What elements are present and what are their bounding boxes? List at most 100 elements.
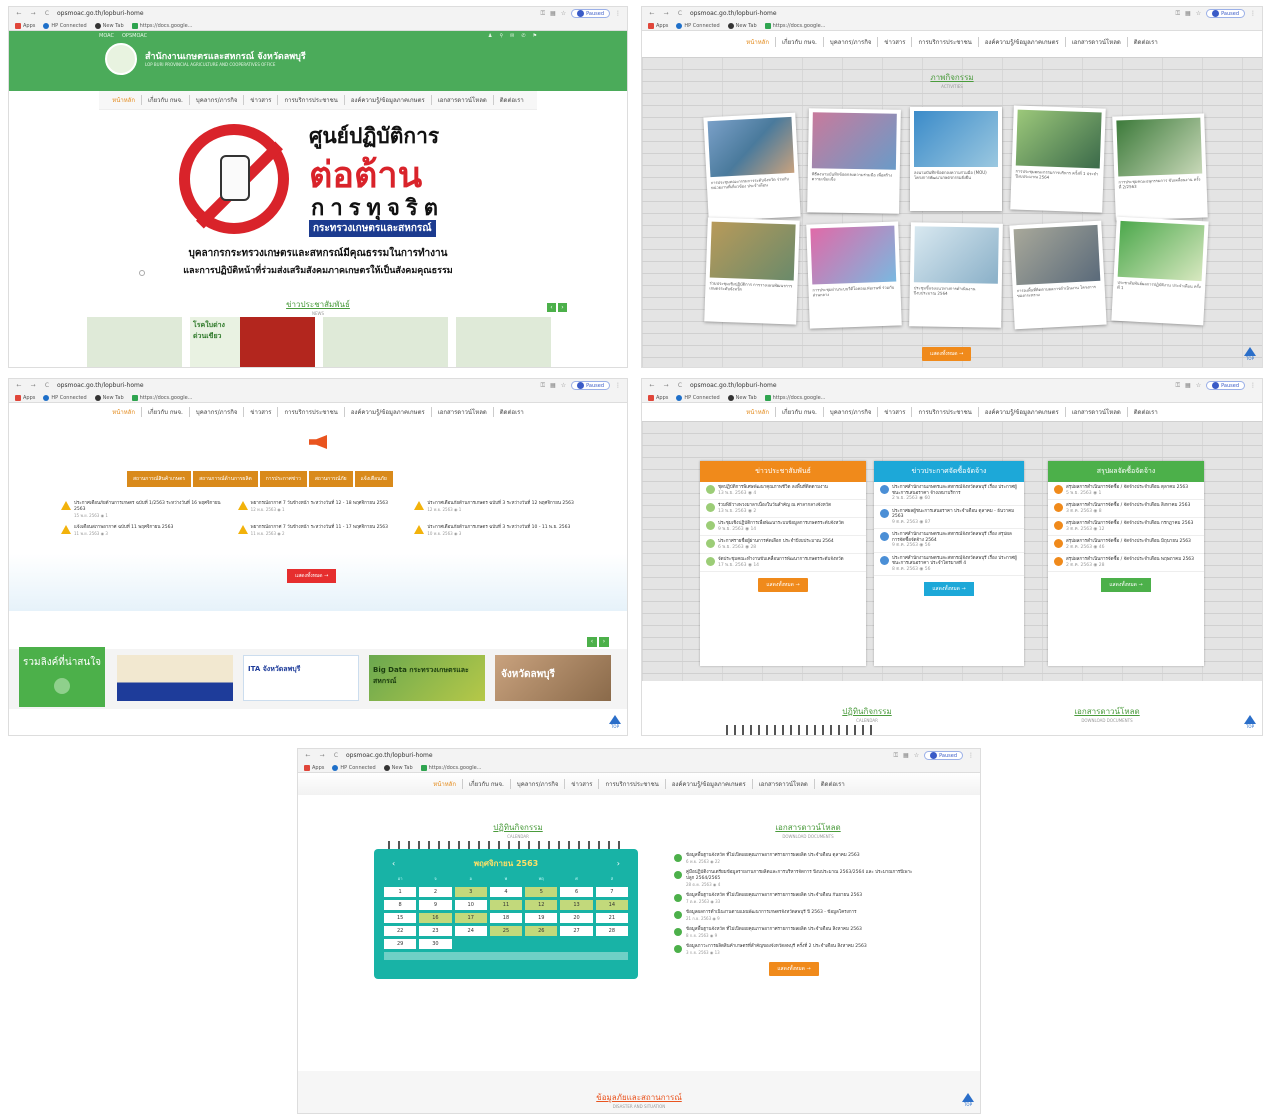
- alert-tab[interactable]: สถานการณ์สินค้าเกษตร: [127, 471, 192, 487]
- calendar-day[interactable]: 9: [419, 900, 452, 910]
- menu-news[interactable]: ข่าวสาร: [878, 407, 913, 417]
- reload-icon[interactable]: C: [676, 382, 684, 389]
- bookmark-apps[interactable]: Apps: [304, 764, 324, 771]
- phone-icon[interactable]: ✆: [521, 33, 525, 39]
- menu-home[interactable]: หน้าหลัก: [106, 95, 142, 105]
- calendar-day[interactable]: 25: [489, 926, 523, 936]
- download-item[interactable]: ข้อมูลภาวะการผลิตสินค้าเกษตรที่สำคัญของจ…: [674, 944, 914, 956]
- bookmark-hp[interactable]: HP Connected: [676, 394, 720, 401]
- column-header[interactable]: สรุปผลจัดซื้อจัดจ้าง: [1048, 461, 1204, 482]
- activity-photo[interactable]: ร่วมประชุมเชิงปฏิบัติการ การวางแผนพัฒนาก…: [704, 217, 800, 325]
- bookmark-docs[interactable]: https://docs.google...: [131, 394, 192, 401]
- notice-item[interactable]: พยากรณ์อากาศ 7 วันข้างหน้า ระหว่างวันที่…: [237, 525, 405, 537]
- calendar-day[interactable]: 30: [419, 939, 452, 949]
- calendar-day[interactable]: 14: [595, 900, 628, 910]
- notice-item[interactable]: ประกาศเตือนภัยด้านการเกษตร ฉบับที่ 3 ระห…: [414, 525, 581, 537]
- back-icon[interactable]: ←: [304, 752, 312, 759]
- column-header[interactable]: ข่าวประชาสัมพันธ์: [700, 461, 866, 482]
- profile-button[interactable]: Paused: [571, 9, 610, 18]
- activities-more-button[interactable]: แสดงทั้งหมด →: [922, 347, 972, 361]
- forward-icon[interactable]: →: [662, 10, 670, 17]
- menu-staff[interactable]: บุคลากร/ภารกิจ: [824, 407, 879, 417]
- translate-icon[interactable]: ▦: [903, 752, 909, 759]
- download-item[interactable]: คู่มือปฏิบัติงานเตรียมข้อมูลรายงานการผลิ…: [674, 870, 914, 888]
- opsmoac-link[interactable]: OPSMOAC: [122, 33, 147, 39]
- column-header[interactable]: ข่าวประกาศจัดซื้อจัดจ้าง: [874, 461, 1024, 482]
- activity-photo[interactable]: การประชุมผ่านระบบวีดีโอคอนเฟอเรนซ์ ร่วมก…: [806, 221, 902, 329]
- bookmark-newtab[interactable]: New Tab: [94, 394, 124, 401]
- list-item[interactable]: ชุดปฏิบัติการพิเศษพัฒนาคุณภาพชีวิต ลงพื้…: [700, 482, 866, 500]
- back-to-top-button[interactable]: TOP: [962, 1093, 974, 1107]
- menu-contact[interactable]: ติดต่อเรา: [815, 779, 851, 789]
- calendar-day[interactable]: 17: [454, 913, 487, 923]
- kebab-menu-icon[interactable]: ⋮: [968, 752, 974, 759]
- kebab-menu-icon[interactable]: ⋮: [1250, 382, 1256, 389]
- notice-item[interactable]: แจ้งเตือนสภาพอากาศ ฉบับที่ 11 พฤศจิกายน …: [61, 525, 228, 537]
- menu-about[interactable]: เกี่ยวกับ กษจ.: [142, 407, 190, 417]
- calendar-day[interactable]: 15: [384, 913, 417, 923]
- calendar-day[interactable]: 21: [595, 913, 628, 923]
- list-item[interactable]: สรุปผลการดำเนินการจัดซื้อ / จัดจ้างประจำ…: [1048, 518, 1204, 536]
- list-item[interactable]: ประชุมเชิงปฏิบัติการเพื่อพัฒนาระบบข้อมูล…: [700, 518, 866, 536]
- bookmark-hp[interactable]: HP Connected: [43, 394, 87, 401]
- calendar-day[interactable]: 10: [454, 900, 487, 910]
- news-card[interactable]: [87, 317, 182, 367]
- bookmark-apps[interactable]: Apps: [648, 22, 668, 29]
- address-bar[interactable]: opsmoac.go.th/lopburi-home: [57, 382, 534, 389]
- bookmark-newtab[interactable]: New Tab: [727, 22, 757, 29]
- calendar-day[interactable]: 24: [454, 926, 487, 936]
- back-to-top-button[interactable]: TOP: [1244, 715, 1256, 729]
- prev-arrow-icon[interactable]: ‹: [547, 303, 556, 312]
- bookmark-newtab[interactable]: New Tab: [94, 22, 124, 29]
- star-icon[interactable]: ☆: [1196, 10, 1201, 17]
- address-bar[interactable]: opsmoac.go.th/lopburi-home: [690, 10, 1169, 17]
- search-icon[interactable]: ⚲: [499, 33, 503, 39]
- menu-contact[interactable]: ติดต่อเรา: [1128, 37, 1164, 47]
- kebab-menu-icon[interactable]: ⋮: [615, 382, 621, 389]
- activity-photo[interactable]: ประชาสัมพันธ์ผลการปฏิบัติงาน ประจำเดือน …: [1111, 216, 1209, 326]
- bookmark-docs[interactable]: https://docs.google...: [131, 22, 192, 29]
- download-item[interactable]: ข้อมูลพื้นฐานจังหวัด ที่ไม่เปิดเผยคุณภาพ…: [674, 853, 914, 865]
- reload-icon[interactable]: C: [332, 752, 340, 759]
- activity-photo[interactable]: การประชุมคณะกรรมการระดับจังหวัด ร่วมกับห…: [703, 112, 801, 222]
- user-icon[interactable]: ♟: [488, 33, 492, 39]
- menu-service[interactable]: การบริการประชาชน: [599, 779, 666, 789]
- menu-news[interactable]: ข่าวสาร: [244, 407, 279, 417]
- calendar-day[interactable]: 28: [595, 926, 628, 936]
- kebab-menu-icon[interactable]: ⋮: [1250, 10, 1256, 17]
- menu-knowledge[interactable]: องค์ความรู้/ข้อมูลภาคเกษตร: [979, 37, 1066, 47]
- downloads-title[interactable]: เอกสารดาวน์โหลด: [718, 821, 898, 834]
- anti-corruption-banner[interactable]: ศูนย์ปฏิบัติการ ต่อต้าน การทุจริต กระทรว…: [9, 110, 627, 280]
- back-to-top-button[interactable]: TOP: [1244, 347, 1256, 361]
- calendar-day[interactable]: 2: [419, 887, 452, 897]
- menu-service[interactable]: การบริการประชาชน: [912, 407, 979, 417]
- notice-item[interactable]: ประกาศเตือนภัยด้านการเกษตร ฉบับที่ 1/256…: [61, 501, 228, 519]
- menu-contact[interactable]: ติดต่อเรา: [1128, 407, 1164, 417]
- next-arrow-icon[interactable]: ›: [558, 303, 567, 312]
- menu-knowledge[interactable]: องค์ความรู้/ข้อมูลภาคเกษตร: [979, 407, 1066, 417]
- back-icon[interactable]: ←: [15, 382, 23, 389]
- next-arrow-icon[interactable]: ›: [599, 637, 609, 647]
- menu-contact[interactable]: ติดต่อเรา: [494, 95, 530, 105]
- procurement-more-button[interactable]: แสดงทั้งหมด →: [924, 582, 974, 596]
- menu-about[interactable]: เกี่ยวกับ กษจ.: [142, 95, 190, 105]
- key-icon[interactable]: ⚿: [893, 752, 898, 760]
- link-card[interactable]: ITA จังหวัดลพบุรี: [243, 655, 359, 701]
- menu-home[interactable]: หน้าหลัก: [740, 37, 776, 47]
- address-bar[interactable]: opsmoac.go.th/lopburi-home: [346, 752, 887, 759]
- calendar-day[interactable]: 23: [419, 926, 452, 936]
- disaster-title[interactable]: ข้อมูลภัยและสถานการณ์: [298, 1091, 980, 1104]
- bookmark-apps[interactable]: Apps: [648, 394, 668, 401]
- menu-knowledge[interactable]: องค์ความรู้/ข้อมูลภาคเกษตร: [345, 407, 432, 417]
- menu-download[interactable]: เอกสารดาวน์โหลด: [1066, 37, 1128, 47]
- profile-button[interactable]: Paused: [571, 381, 610, 390]
- star-icon[interactable]: ☆: [561, 382, 566, 389]
- menu-news[interactable]: ข่าวสาร: [565, 779, 600, 789]
- calendar-day[interactable]: 12: [525, 900, 558, 910]
- key-icon[interactable]: ⚿: [540, 382, 545, 390]
- activities-title[interactable]: ภาพกิจกรรม: [642, 71, 1262, 84]
- download-item[interactable]: ข้อมูลผลการดำเนินงานตามแผนพัฒนาการเกษตรจ…: [674, 910, 914, 922]
- profile-button[interactable]: Paused: [924, 751, 963, 760]
- mail-icon[interactable]: ✉: [510, 33, 514, 39]
- menu-about[interactable]: เกี่ยวกับ กษจ.: [776, 37, 824, 47]
